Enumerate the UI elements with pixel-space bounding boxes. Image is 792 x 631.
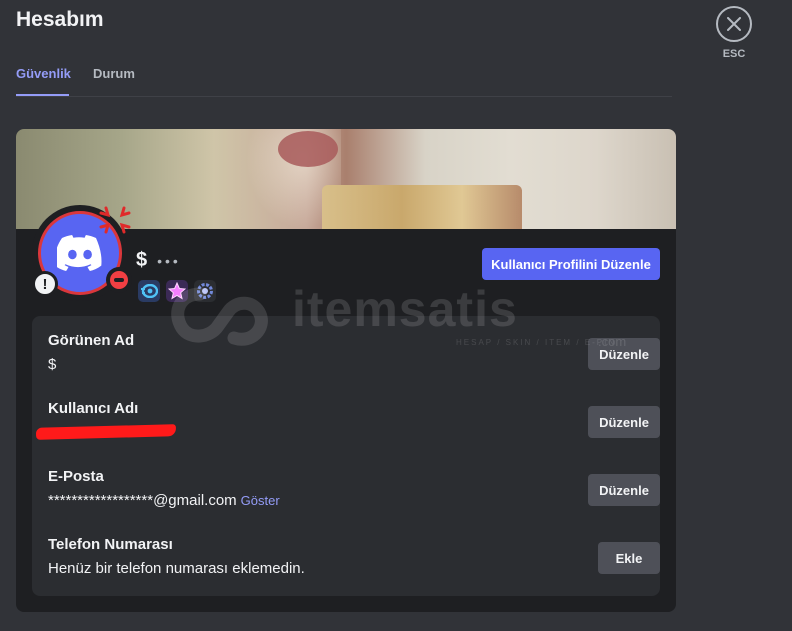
redaction-mark [35, 424, 177, 440]
alert-icon: ! [32, 271, 58, 297]
avatar-frame[interactable]: ! [32, 205, 132, 301]
field-value: Henüz bir telefon numarası eklemedin. [48, 560, 305, 577]
field-email: E-Posta ******************@gmail.com Göst… [48, 468, 660, 528]
more-options-icon[interactable]: ••• [157, 253, 181, 269]
add-phone-button[interactable]: Ekle [598, 542, 660, 574]
field-value: $ [48, 356, 57, 373]
field-label: E-Posta [48, 468, 104, 485]
dnd-status-icon [106, 267, 132, 293]
nitro-badge-icon[interactable] [138, 280, 160, 302]
page-title: Hesabım [16, 8, 104, 31]
field-username: Kullanıcı Adı Düzenle [35, 400, 660, 460]
banner-photo-detail [278, 131, 338, 167]
profile-display-name: $ [136, 249, 148, 271]
field-label: Görünen Ad [48, 332, 135, 349]
email-value: ******************@gmail.com [48, 492, 237, 509]
edit-display-name-button[interactable]: Düzenle [588, 338, 660, 370]
field-label: Telefon Numarası [48, 536, 173, 553]
discord-logo-icon [57, 235, 102, 271]
hypesquad-badge-icon[interactable] [194, 280, 216, 302]
close-control[interactable]: ESC [716, 6, 752, 60]
esc-label: ESC [722, 48, 746, 60]
field-phone: Telefon Numarası Henüz bir telefon numar… [48, 536, 660, 596]
profile-card: ! $ ••• Kullanıcı Profilini Düzenle Görü… [16, 129, 676, 612]
reveal-email-link[interactable]: Göster [241, 493, 280, 508]
profile-name-row: $ ••• [136, 249, 181, 272]
active-tab-indicator [16, 94, 69, 96]
tab-status[interactable]: Durum [93, 66, 135, 81]
close-button[interactable] [716, 6, 752, 42]
field-label: Kullanıcı Adı [48, 400, 139, 417]
field-display-name: Görünen Ad $ Düzenle [48, 332, 660, 392]
edit-username-button[interactable]: Düzenle [588, 406, 660, 438]
tab-security[interactable]: Güvenlik [16, 66, 71, 81]
boost-badge-icon[interactable] [166, 280, 188, 302]
anger-emoji-icon [99, 206, 131, 234]
banner-photo-detail [322, 185, 522, 229]
tab-bar: Güvenlik Durum [16, 62, 672, 97]
field-value-wrap: ******************@gmail.com Göster [48, 492, 644, 509]
edit-email-button[interactable]: Düzenle [588, 474, 660, 506]
badge-list [138, 280, 216, 302]
account-info-panel: Görünen Ad $ Düzenle Kullanıcı Adı Düzen… [32, 316, 660, 596]
edit-user-profile-button[interactable]: Kullanıcı Profilini Düzenle [482, 248, 660, 280]
close-icon [727, 17, 741, 31]
